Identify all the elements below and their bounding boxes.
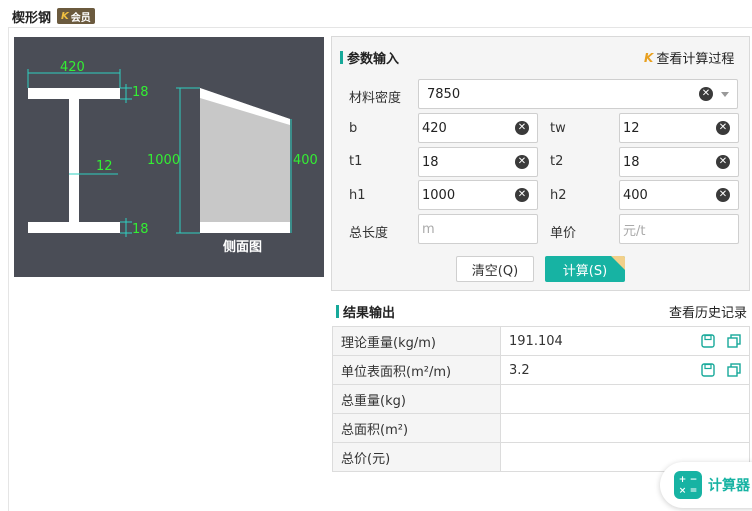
param-section-title: 参数输入 xyxy=(340,48,399,67)
results-section-title: 结果输出 xyxy=(336,302,395,321)
t1-value: 18 xyxy=(422,154,439,170)
h1-input[interactable]: 1000 ✕ xyxy=(418,180,538,210)
vip-k-icon: K xyxy=(61,10,69,22)
table-row: 单位表面积(m²/m) 3.2 xyxy=(332,355,750,385)
save-icon[interactable] xyxy=(701,363,715,377)
section-accent-bar xyxy=(340,51,343,64)
t2-dim-label: 18 xyxy=(132,222,149,237)
price-label: 单价 xyxy=(550,226,577,241)
result-name: 总面积(m²) xyxy=(332,413,501,443)
side-view-label: 侧面图 xyxy=(223,239,262,255)
results-section-title-text: 结果输出 xyxy=(343,306,396,321)
top-flange xyxy=(28,88,120,99)
result-value: 3.2 xyxy=(509,362,530,378)
result-name: 单位表面积(m²/m) xyxy=(332,355,501,385)
view-history-link[interactable]: 查看历史记录 xyxy=(669,302,747,321)
density-select[interactable]: 7850 ✕ xyxy=(418,79,738,109)
result-name: 总重量(kg) xyxy=(332,384,501,414)
clear-icon[interactable]: ✕ xyxy=(515,155,529,169)
calculator-float-label: 计算器 xyxy=(708,478,750,494)
results-table: 理论重量(kg/m) 191.104 单位表面积(m²/m) 3.2 总重量(k… xyxy=(332,326,750,472)
section-accent-bar xyxy=(336,305,339,318)
clear-icon[interactable]: ✕ xyxy=(716,155,730,169)
result-name: 理论重量(kg/m) xyxy=(332,326,501,356)
h2-input[interactable]: 400 ✕ xyxy=(619,180,739,210)
vip-icon: K xyxy=(644,50,654,65)
clear-icon[interactable]: ✕ xyxy=(716,121,730,135)
page-title: 楔形钢 xyxy=(12,10,52,26)
b-input[interactable]: 420 ✕ xyxy=(418,113,538,143)
t1-label: t1 xyxy=(349,154,363,169)
vip-badge-label: 会员 xyxy=(70,12,91,24)
t1-dim-label: 18 xyxy=(132,85,149,100)
page-header: 楔形钢 K 会员 xyxy=(12,6,95,26)
table-row: 理论重量(kg/m) 191.104 xyxy=(332,326,750,356)
b-value: 420 xyxy=(422,120,447,136)
i-beam-diagram: 420 18 12 18 1000 400 侧面图 xyxy=(14,37,324,277)
price-placeholder: 元/t xyxy=(623,223,646,239)
chevron-down-icon[interactable] xyxy=(721,91,729,97)
result-value: 191.104 xyxy=(509,333,563,349)
t2-input[interactable]: 18 ✕ xyxy=(619,147,739,177)
tw-input[interactable]: 12 ✕ xyxy=(619,113,739,143)
length-placeholder: m xyxy=(422,221,435,237)
vip-badge: K 会员 xyxy=(57,8,95,24)
h2-dim-label: 400 xyxy=(293,153,318,168)
result-name: 总价(元) xyxy=(332,442,501,472)
clear-icon[interactable]: ✕ xyxy=(515,121,529,135)
h1-label: h1 xyxy=(349,188,366,203)
calculate-button-label: 计算(S) xyxy=(562,263,608,279)
density-label: 材料密度 xyxy=(349,91,402,106)
result-value-cell: 191.104 xyxy=(500,326,750,356)
t2-value: 18 xyxy=(623,154,640,170)
price-input[interactable]: 元/t xyxy=(619,214,739,244)
calculator-float-button[interactable]: + − × = 计算器 xyxy=(660,462,752,508)
length-label: 总长度 xyxy=(349,226,389,241)
tw-dim-label: 12 xyxy=(96,159,113,174)
diagram-svg: 420 18 12 18 1000 400 侧面图 xyxy=(27,60,318,255)
b-label: b xyxy=(349,121,358,136)
view-process-link[interactable]: K 查看计算过程 xyxy=(644,48,735,68)
bottom-flange xyxy=(28,222,120,233)
copy-icon[interactable] xyxy=(727,334,741,348)
table-row: 总重量(kg) xyxy=(332,384,750,414)
h1-value: 1000 xyxy=(422,187,456,203)
table-row: 总面积(m²) xyxy=(332,413,750,443)
h2-label: h2 xyxy=(550,188,567,203)
calculator-icon: + − × = xyxy=(674,471,702,499)
h1-dim-label: 1000 xyxy=(147,153,180,168)
clear-icon[interactable]: ✕ xyxy=(699,87,713,101)
param-section-title-text: 参数输入 xyxy=(347,52,400,67)
h2-value: 400 xyxy=(623,187,648,203)
web xyxy=(69,99,79,222)
tw-value: 12 xyxy=(623,120,640,136)
side-view-bottom-flange xyxy=(200,222,290,233)
calculate-button[interactable]: 计算(S) xyxy=(545,256,625,282)
view-process-link-text: 查看计算过程 xyxy=(656,52,735,67)
t2-label: t2 xyxy=(550,154,564,169)
b-dim-label: 420 xyxy=(60,60,85,75)
clear-icon[interactable]: ✕ xyxy=(515,188,529,202)
save-icon[interactable] xyxy=(701,334,715,348)
result-value xyxy=(500,413,750,443)
copy-icon[interactable] xyxy=(727,363,741,377)
length-input[interactable]: m xyxy=(418,214,538,244)
clear-icon[interactable]: ✕ xyxy=(716,188,730,202)
result-value-cell: 3.2 xyxy=(500,355,750,385)
t1-input[interactable]: 18 ✕ xyxy=(418,147,538,177)
vip-corner-icon xyxy=(611,256,625,270)
param-panel: 参数输入 K 查看计算过程 材料密度 7850 ✕ b 420 ✕ tw 12 … xyxy=(331,36,750,291)
clear-button[interactable]: 清空(Q) xyxy=(456,256,534,282)
tw-label: tw xyxy=(550,121,566,136)
density-value: 7850 xyxy=(427,86,461,102)
result-value xyxy=(500,384,750,414)
